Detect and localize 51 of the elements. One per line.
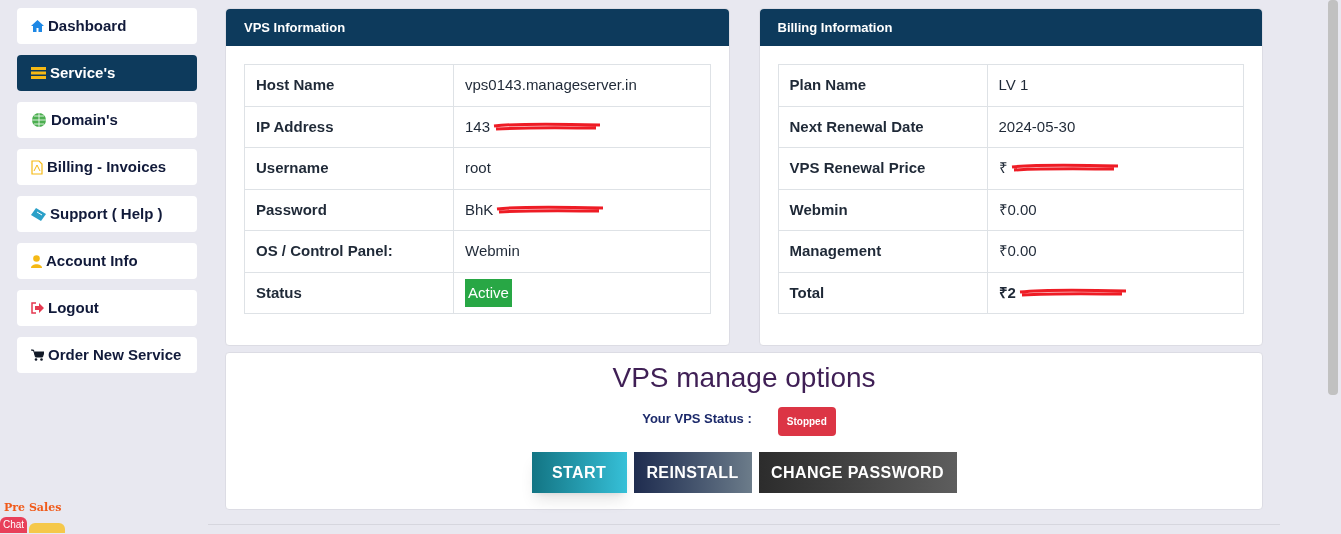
- chat-button[interactable]: Chat: [0, 516, 28, 533]
- sidebar-item[interactable]: Support ( Help ): [17, 196, 197, 232]
- field-label: Password: [244, 189, 454, 231]
- home-icon: [31, 20, 44, 32]
- field-label: Webmin: [778, 189, 987, 231]
- field-value: 2024-05-30: [998, 116, 1076, 137]
- field-value: 143: [465, 116, 491, 137]
- field-value: BhK: [465, 199, 494, 220]
- field-value: Webmin: [465, 241, 520, 261]
- sidebar-item[interactable]: Service's: [17, 55, 197, 91]
- ticket-icon: [31, 207, 46, 221]
- field-label: Management: [778, 230, 987, 272]
- field-label: OS / Control Panel:: [244, 230, 454, 272]
- sidebar-item[interactable]: Billing - Invoices: [17, 149, 197, 185]
- field-label: Total: [778, 272, 987, 314]
- sidebar-item[interactable]: Order New Service: [17, 337, 197, 373]
- sidebar-item[interactable]: Account Info: [17, 243, 197, 279]
- field-value: LV 1: [998, 75, 1029, 95]
- scrollbar[interactable]: [1328, 0, 1338, 395]
- status-badge: Stopped: [777, 407, 836, 436]
- field-value: ₹2: [998, 282, 1016, 303]
- globe-icon: [31, 112, 47, 128]
- field-label: VPS Renewal Price: [778, 147, 987, 189]
- field-label: Host Name: [244, 64, 454, 106]
- reinstall-button[interactable]: REINSTALL: [633, 452, 752, 493]
- status-label: Your VPS Status :: [642, 410, 752, 428]
- card-header: VPS Information: [226, 9, 729, 46]
- field-label: Next Renewal Date: [778, 106, 987, 148]
- field-value: vps0143.manageserver.in: [465, 75, 637, 95]
- field-value: ₹0.00: [998, 241, 1037, 261]
- chat-label: Pre Sales: [3, 500, 63, 516]
- server-rack-icon: [31, 67, 46, 79]
- field-value: ₹0.00: [998, 199, 1037, 220]
- field-label: Plan Name: [778, 64, 987, 106]
- logout-icon: [31, 302, 44, 314]
- field-value: root: [465, 158, 491, 178]
- section-title: VPS manage options: [612, 361, 876, 395]
- field-value: ₹: [998, 158, 1008, 178]
- sidebar-item[interactable]: Dashboard: [17, 8, 197, 44]
- field-label: IP Address: [244, 106, 454, 148]
- chat-tab[interactable]: [29, 522, 66, 533]
- pdf-file-icon: [31, 159, 43, 175]
- field-label: Status: [244, 272, 454, 314]
- status-badge: Active: [465, 278, 512, 307]
- change-password-button[interactable]: CHANGE PASSWORD: [758, 452, 957, 493]
- field-label: Username: [244, 147, 454, 189]
- user-icon: [31, 254, 42, 268]
- sidebar-item[interactable]: Domain's: [17, 102, 197, 138]
- card-header: Billing Information: [759, 9, 1262, 46]
- sidebar-item[interactable]: Logout: [17, 290, 197, 326]
- cart-icon: [31, 349, 44, 361]
